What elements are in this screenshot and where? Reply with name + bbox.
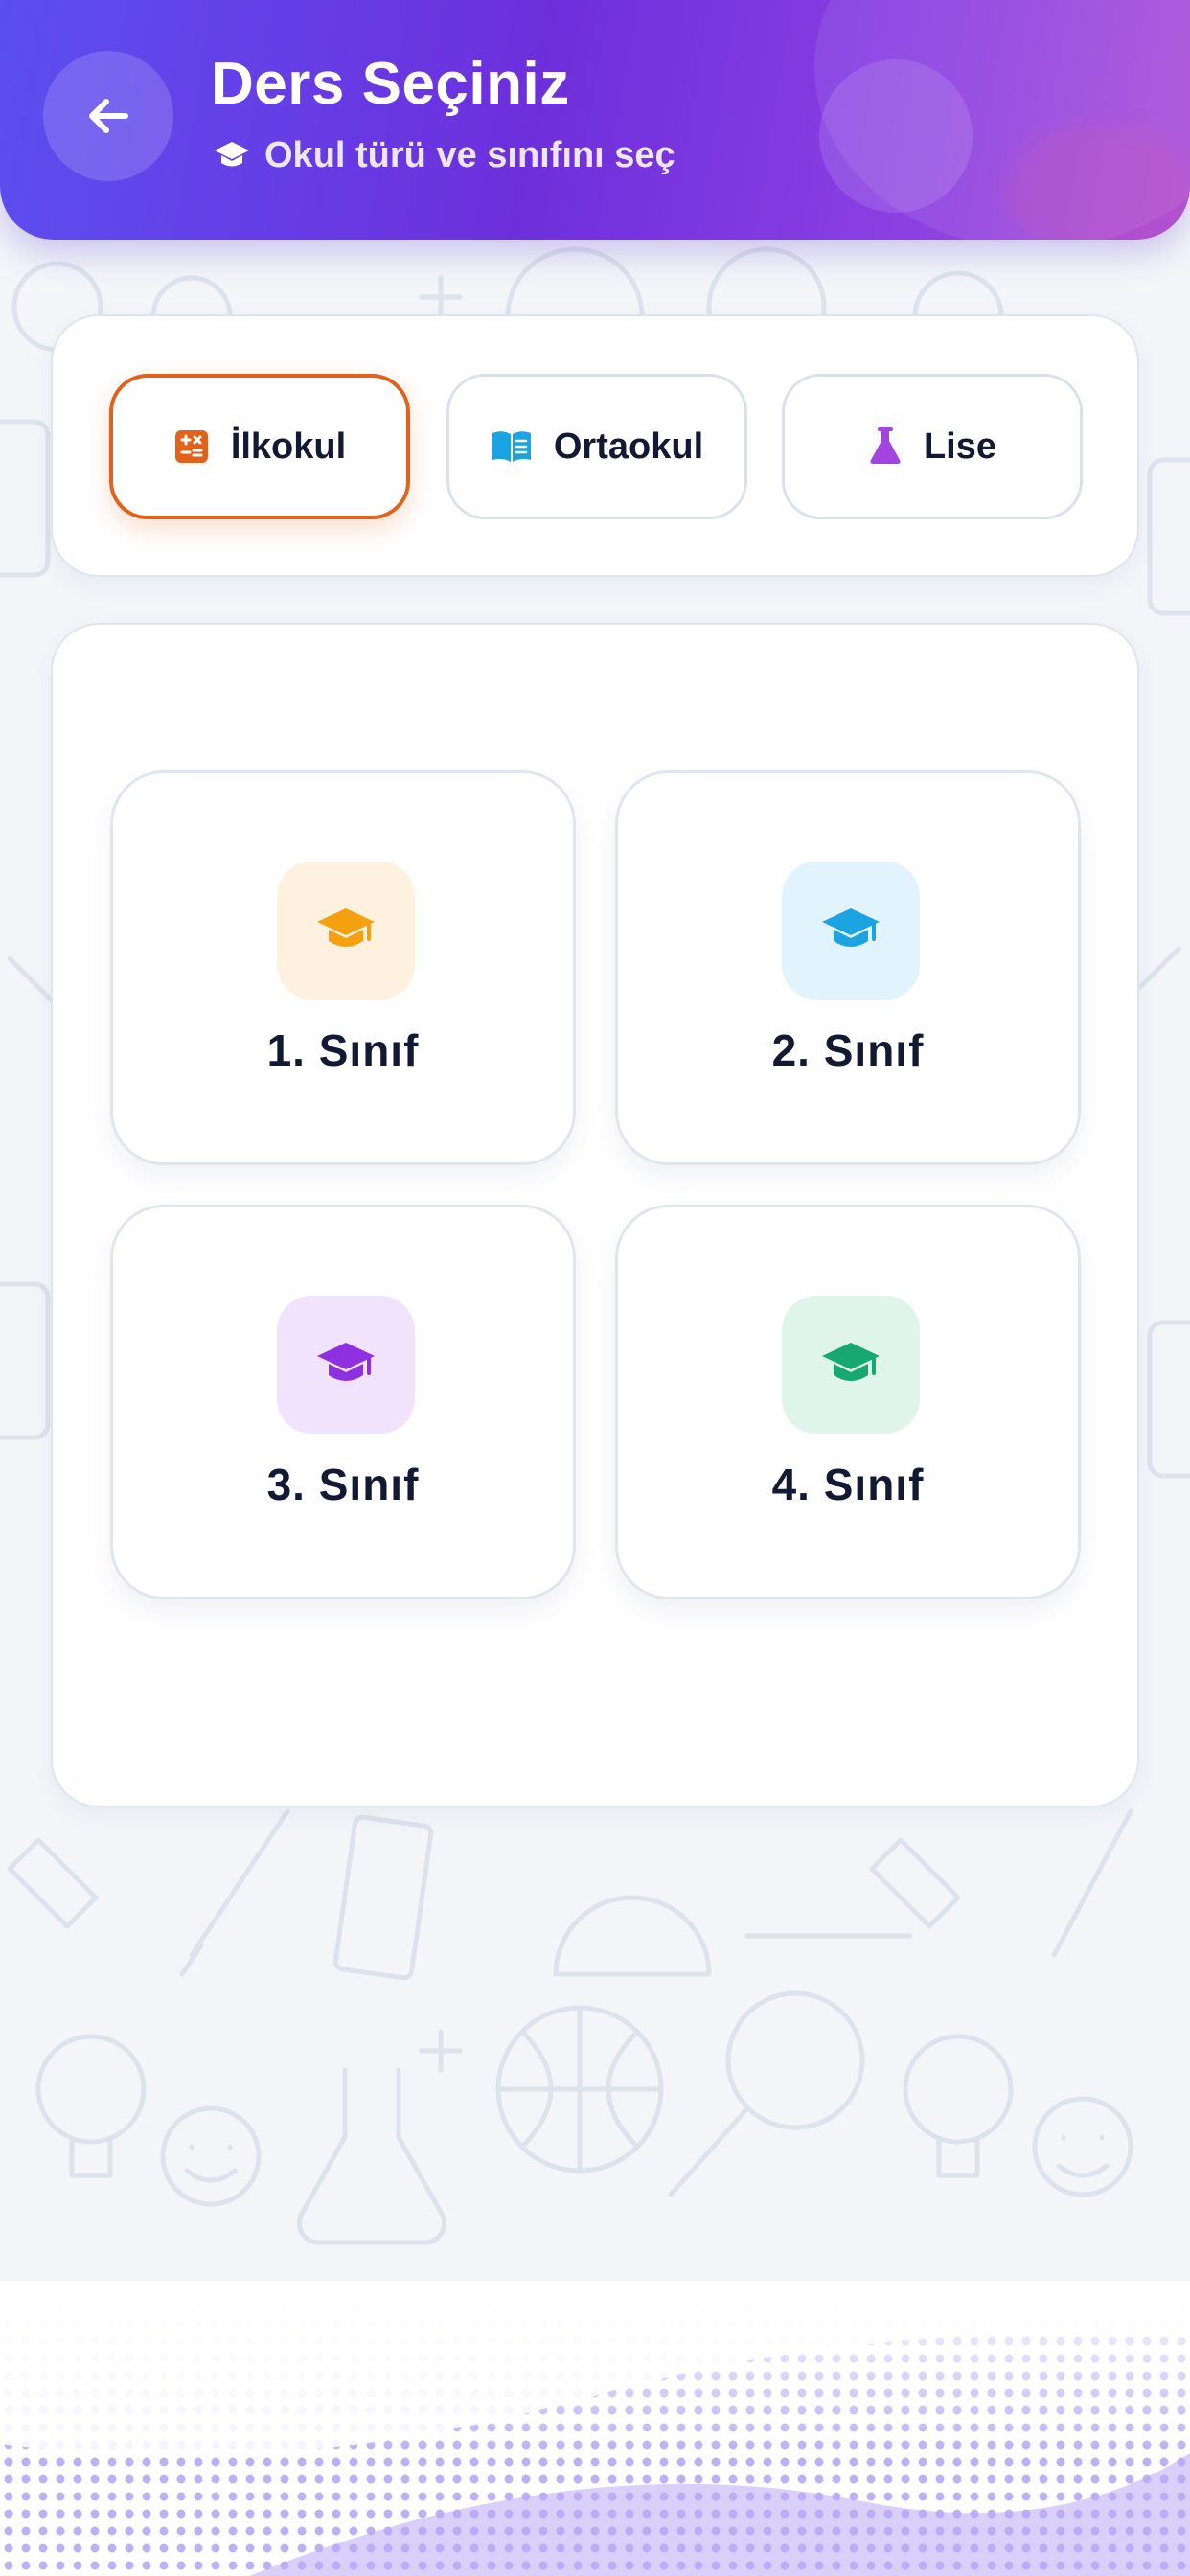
grade-card-1[interactable]: 1. Sınıf bbox=[110, 770, 576, 1165]
grade-label: 4. Sınıf bbox=[771, 1460, 925, 1509]
school-type-label: Ortaokul bbox=[553, 426, 704, 467]
school-type-selector: İlkokul Ortaokul Lise bbox=[51, 314, 1139, 577]
grade-icon-badge bbox=[277, 1296, 415, 1434]
grade-card-2[interactable]: 2. Sınıf bbox=[615, 770, 1081, 1165]
page-title: Ders Seçiniz bbox=[211, 51, 570, 117]
grade-icon-badge bbox=[277, 862, 415, 1000]
header-decoration bbox=[819, 59, 973, 213]
back-button[interactable] bbox=[43, 51, 173, 181]
grade-label: 3. Sınıf bbox=[266, 1460, 420, 1509]
graduation-cap-icon bbox=[215, 142, 249, 167]
graduation-cap-icon bbox=[822, 1343, 880, 1381]
grade-icon-badge bbox=[782, 862, 920, 1000]
graduation-cap-icon bbox=[317, 1343, 375, 1381]
grade-label: 1. Sınıf bbox=[266, 1025, 420, 1075]
school-type-label: İlkokul bbox=[230, 426, 347, 467]
book-open-icon bbox=[492, 431, 531, 462]
subtitle-text: Okul türü ve sınıfını seç bbox=[264, 135, 675, 175]
grade-card-3[interactable]: 3. Sınıf bbox=[110, 1205, 576, 1599]
graduation-cap-icon bbox=[317, 908, 375, 947]
grade-icon-badge bbox=[782, 1296, 920, 1434]
halftone-decoration bbox=[0, 2281, 1190, 2576]
arrow-left-icon bbox=[89, 99, 128, 133]
school-type-ortaokul[interactable]: Ortaokul bbox=[446, 374, 747, 519]
header-bar: Ders Seçiniz Okul türü ve sınıfını seç bbox=[0, 0, 1190, 240]
grade-card-4[interactable]: 4. Sınıf bbox=[615, 1205, 1081, 1599]
flask-icon bbox=[870, 427, 901, 464]
grade-selector: 1. Sınıf 2. Sınıf 3. Sınıf 4. Sınıf bbox=[51, 623, 1139, 1807]
school-type-label: Lise bbox=[923, 426, 997, 467]
calculator-icon bbox=[174, 430, 208, 463]
grade-label: 2. Sınıf bbox=[771, 1025, 925, 1075]
graduation-cap-icon bbox=[822, 908, 880, 947]
school-type-lise[interactable]: Lise bbox=[782, 374, 1083, 519]
page-subtitle: Okul türü ve sınıfını seç bbox=[213, 130, 675, 180]
school-type-ilkokul[interactable]: İlkokul bbox=[109, 374, 410, 519]
